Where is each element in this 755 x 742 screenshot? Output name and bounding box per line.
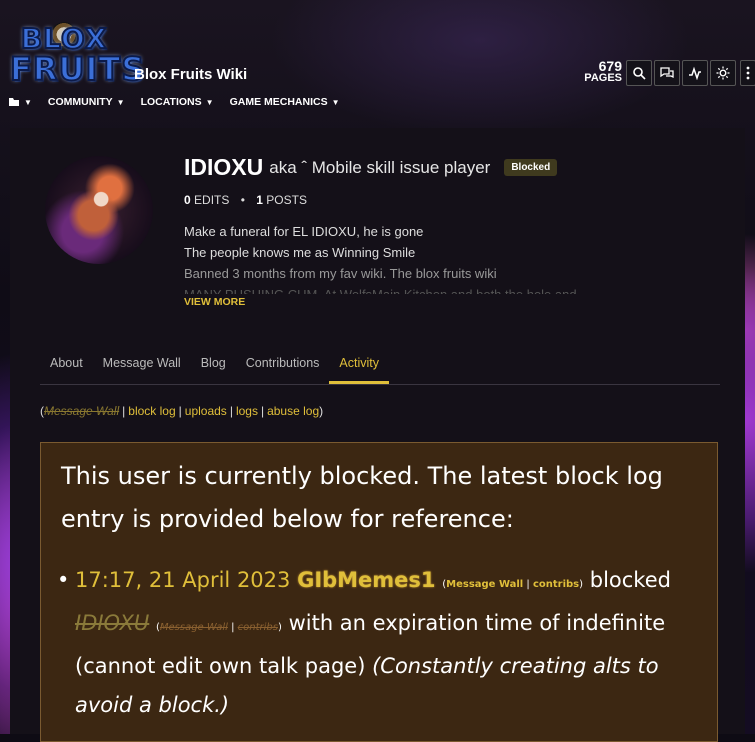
bio-line: Banned 3 months from my fav wiki. The bl… [184,266,497,281]
target-message-wall-link[interactable]: Message Wall [160,622,228,633]
message-wall-link[interactable]: Message Wall [44,404,119,418]
blocked-word: blocked [589,568,671,592]
block-log-entry: • 17:17, 21 April 2023 GIbMemes1 (Messag… [57,568,671,717]
target-contribs-link[interactable]: contribs [238,622,278,633]
user-tool-links: (Message Wall | block log | uploads | logs | abu… [40,404,324,418]
header-tools [626,60,755,86]
avatar[interactable] [45,156,153,264]
explore-icon [9,98,19,106]
tab-blog[interactable]: Blog [191,344,236,384]
edits-count: 0 [184,193,191,207]
blocking-admin-link[interactable]: GIbMemes1 [297,568,435,592]
discussions-icon [660,67,674,79]
tab-about[interactable]: About [40,344,93,384]
profile-tabs: About Message Wall Blog Contributions Ac… [40,344,720,385]
chevron-down-icon: ▼ [331,97,340,107]
chevron-down-icon: ▼ [116,97,125,107]
posts-count: 1 [256,193,263,207]
search-button[interactable] [626,60,652,86]
block-timestamp-link[interactable]: 17:17, 21 April 2023 [75,568,290,592]
pages-counter: 679 PAGES [580,58,622,84]
abuse-log-link[interactable]: abuse log [267,404,319,418]
discussions-button[interactable] [654,60,680,86]
posts-label: POSTS [266,193,307,207]
theme-toggle-button[interactable] [710,60,736,86]
activity-icon [689,66,701,80]
block-notice: This user is currently blocked. The late… [40,442,718,742]
wiki-nav: ▼ COMMUNITY ▼ LOCATIONS ▼ GAME MECHANICS… [8,96,356,108]
bio-line: MANY PUSHING CUM. At WolfsMain Kitchen a… [184,284,724,294]
uploads-link[interactable]: uploads [185,404,227,418]
blocked-user-link[interactable]: IDIOXU [75,611,149,635]
view-more-link[interactable]: VIEW MORE [184,296,724,308]
block-log-link[interactable]: block log [128,404,175,418]
status-badge: Blocked [504,159,558,176]
wiki-header: BLOX FRUITS Blox Fruits Wiki 679 PAGES ▼… [0,0,755,128]
activity-button[interactable] [682,60,708,86]
tab-activity[interactable]: Activity [329,344,389,384]
bio-line: The people knows me as Winning Smile [184,245,416,260]
profile-header: IDIOXU aka ˆ Mobile skill issue player B… [184,154,724,308]
tab-contributions[interactable]: Contributions [236,344,330,384]
nav-locations[interactable]: LOCATIONS ▼ [141,96,214,108]
nav-explore[interactable]: ▼ [8,97,32,107]
more-options-button[interactable] [740,60,755,86]
user-bio: Make a funeral for EL IDIOXU, he is gone… [184,221,724,294]
edits-label: EDITS [194,193,230,207]
pages-count: 679 [598,58,622,74]
logs-link[interactable]: logs [236,404,258,418]
site-name[interactable]: Blox Fruits Wiki [134,66,247,83]
nav-community-label: COMMUNITY [47,96,113,108]
admin-message-wall-link[interactable]: Message Wall [446,579,523,590]
search-icon [633,67,646,80]
sun-icon [716,66,730,80]
admin-contribs-link[interactable]: contribs [533,579,579,590]
chevron-down-icon: ▼ [205,97,214,107]
bio-line: Make a funeral for EL IDIOXU, he is gone [184,224,424,239]
logo-line2: FRUITS [9,49,146,89]
user-aka: aka ˆ Mobile skill issue player [269,157,491,177]
nav-community[interactable]: COMMUNITY ▼ [48,96,125,108]
nav-game-mechanics-label: GAME MECHANICS [229,96,328,108]
block-notice-text: This user is currently blocked. The late… [61,462,663,533]
nav-game-mechanics[interactable]: GAME MECHANICS ▼ [230,96,340,108]
pages-label: PAGES [584,72,622,84]
wiki-logo[interactable]: BLOX FRUITS [9,20,146,89]
nav-locations-label: LOCATIONS [140,96,202,108]
tab-message-wall[interactable]: Message Wall [93,344,191,384]
username: IDIOXU [184,154,264,180]
user-stats: 0 EDITS • 1 POSTS [184,193,307,207]
chevron-down-icon: ▼ [24,97,32,107]
more-icon [746,66,750,80]
